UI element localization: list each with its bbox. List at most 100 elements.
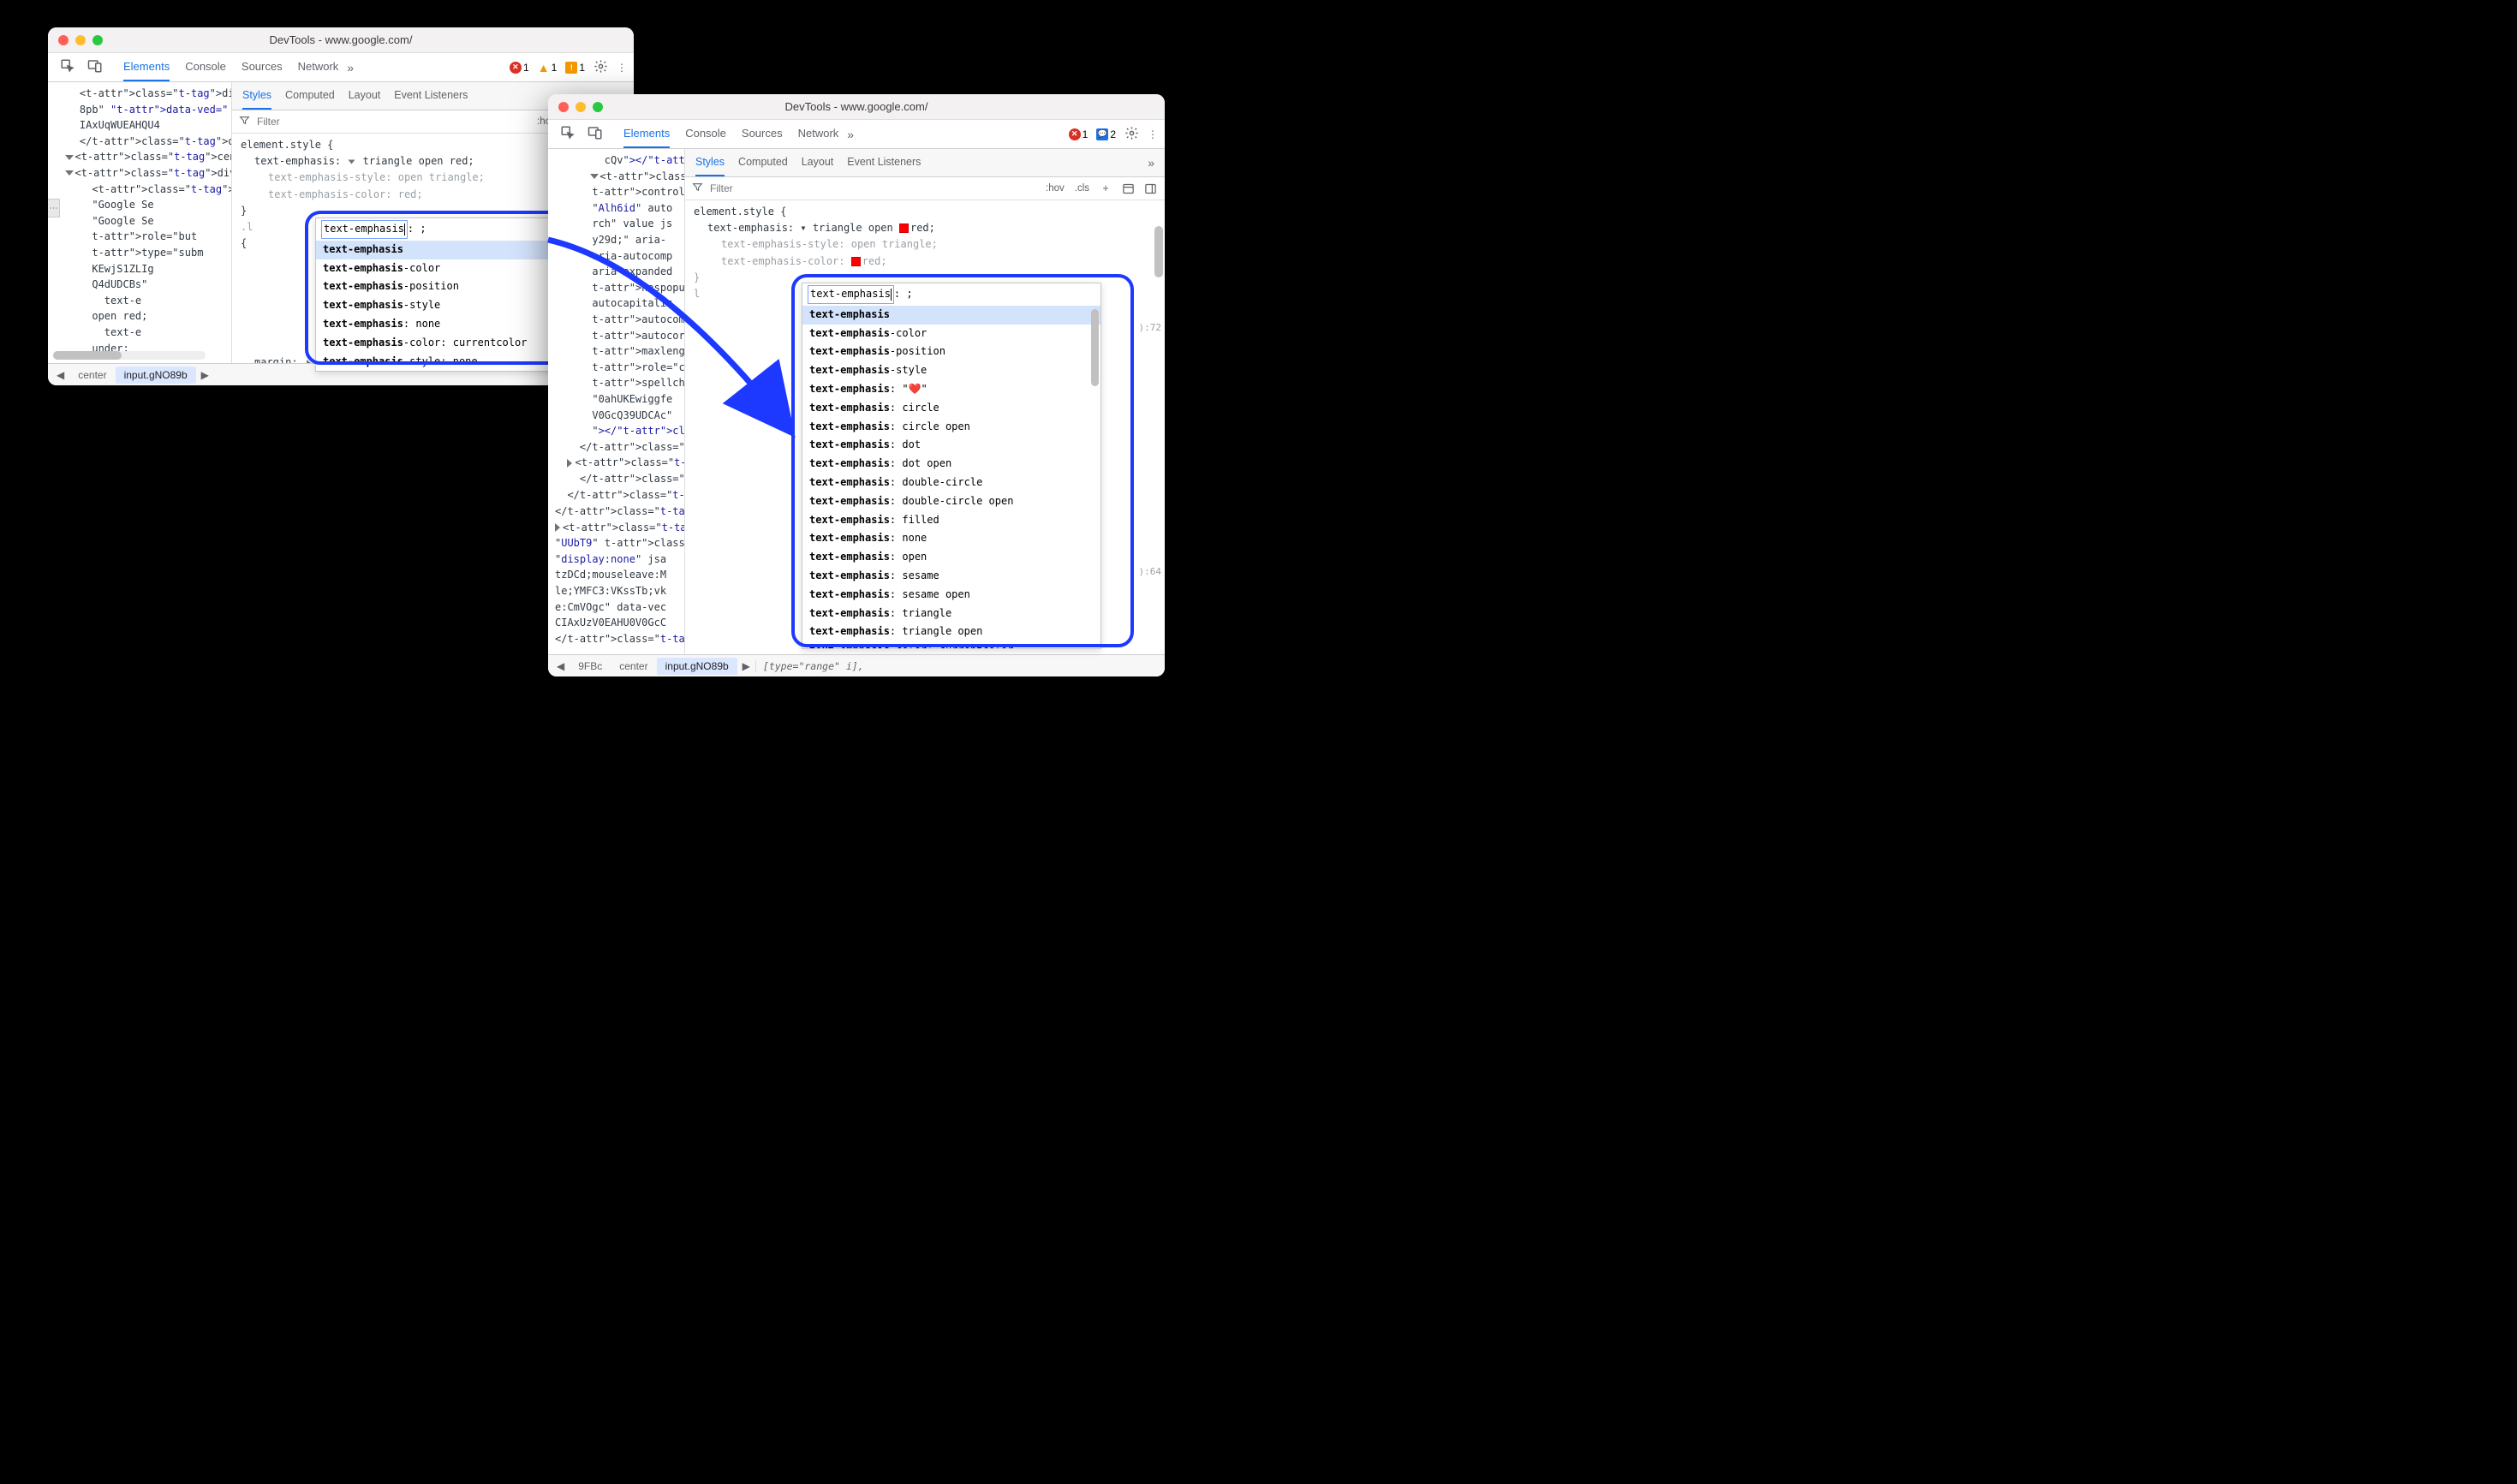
subtab-computed[interactable]: Computed	[285, 82, 335, 110]
autocomplete-option[interactable]: text-emphasis-position	[802, 343, 1100, 361]
vertical-scrollbar[interactable]	[1091, 309, 1099, 386]
autocomplete-option[interactable]: text-emphasis	[316, 241, 583, 259]
dom-node[interactable]: e:CmVOgc" data-vec	[555, 599, 684, 616]
dom-node[interactable]: </t-attr">class="t-tag">div>	[555, 487, 684, 504]
autocomplete-option[interactable]: text-emphasis-position	[316, 277, 583, 296]
computed-styles-icon[interactable]	[1120, 181, 1136, 196]
dom-node[interactable]: "Alh6id" auto	[555, 200, 684, 217]
autocomplete-option[interactable]: text-emphasis: none	[802, 529, 1100, 548]
filter-input[interactable]	[710, 182, 1037, 194]
tab-console[interactable]: Console	[185, 53, 226, 81]
error-badge[interactable]: ✕1	[1069, 128, 1089, 140]
css-property-input[interactable]: text-emphasis: ;	[802, 283, 1100, 306]
dom-node[interactable]: </t-attr">class="t-tag">div>	[555, 504, 684, 520]
dom-node[interactable]: "Google Se	[55, 197, 231, 213]
dom-node[interactable]: t-attr">maxlength="20	[555, 343, 684, 360]
subtab-listeners[interactable]: Event Listeners	[394, 82, 468, 110]
dom-tree-pane[interactable]: <t-attr">class="t-tag">div t-attr">jsnam…	[48, 82, 232, 363]
autocomplete-option[interactable]: text-emphasis: dot open	[802, 455, 1100, 474]
warning-badge[interactable]: ▲1	[538, 62, 558, 74]
autocomplete-option[interactable]: text-emphasis-color: currentcolor	[316, 334, 583, 353]
dom-node[interactable]: cQv"></"t-attr">class="t-tag">div>	[555, 152, 684, 169]
dom-node[interactable]: t-attr">haspopup="fa	[555, 280, 684, 296]
more-subtabs-icon[interactable]: »	[1148, 156, 1154, 170]
minimize-icon[interactable]	[576, 102, 586, 112]
autocomplete-option[interactable]: text-emphasis-style	[802, 361, 1100, 380]
autocomplete-option[interactable]: text-emphasis: filled	[802, 511, 1100, 530]
tab-elements[interactable]: Elements	[123, 53, 170, 81]
subtab-listeners[interactable]: Event Listeners	[847, 149, 921, 176]
more-tabs-icon[interactable]: »	[347, 61, 354, 74]
dom-node[interactable]: </t-attr">class="t-tag">div>	[555, 631, 684, 647]
dom-node[interactable]: rch" value js	[555, 216, 684, 232]
error-badge[interactable]: ✕1	[510, 62, 529, 74]
dom-node[interactable]: t-attr">autocomplete=	[555, 312, 684, 328]
dom-node[interactable]: </t-attr">class="t-tag">div>	[555, 439, 684, 456]
maximize-icon[interactable]	[593, 102, 603, 112]
dom-node[interactable]: "></"t-attr">class="t-tag">textar	[555, 423, 684, 439]
crumb-scroll-right-icon[interactable]: ▶	[196, 369, 214, 381]
tab-network[interactable]: Network	[798, 120, 839, 148]
new-style-rule-icon[interactable]: +	[1098, 181, 1113, 196]
issues-badge[interactable]: !1	[565, 62, 585, 74]
tab-console[interactable]: Console	[685, 120, 726, 148]
dom-node[interactable]: <t-attr">class="t-tag">div t-attr">jsnam…	[55, 86, 231, 102]
dom-node[interactable]: V0GcQ39UDCAc"	[555, 408, 684, 424]
crumb-scroll-right-icon[interactable]: ▶	[737, 660, 755, 672]
autocomplete-option[interactable]: text-emphasis-color	[802, 325, 1100, 343]
css-property-input[interactable]: text-emphasis: ;	[316, 218, 583, 241]
autocomplete-option[interactable]: text-emphasis: triangle	[802, 605, 1100, 623]
window-controls[interactable]	[58, 35, 103, 45]
crumb-center[interactable]: center	[69, 367, 115, 384]
dom-node[interactable]: <t-attr">class="t-tag">div t-attr">class…	[55, 165, 231, 182]
dom-node[interactable]: t-attr">autocorrect="	[555, 328, 684, 344]
dom-node[interactable]: <t-attr">class="t-tag">input cla	[55, 182, 231, 198]
crumb-scroll-left-icon[interactable]: ◀	[51, 369, 69, 381]
info-badge[interactable]: 💬2	[1096, 128, 1116, 140]
crumb-scroll-left-icon[interactable]: ◀	[552, 660, 570, 672]
vertical-scrollbar[interactable]	[1154, 226, 1163, 646]
dom-node[interactable]: </t-attr">class="t-tag">div> flex	[555, 471, 684, 488]
dom-node[interactable]: "UUbT9" t-attr">class="UUb	[555, 535, 684, 551]
autocomplete-option[interactable]: text-emphasis-style	[316, 296, 583, 315]
autocomplete-option[interactable]: text-emphasis: circle	[802, 399, 1100, 418]
autocomplete-option[interactable]: text-emphasis: sesame open	[802, 586, 1100, 605]
autocomplete-popup-after[interactable]: text-emphasis: ; text-emphasistext-empha…	[802, 283, 1101, 649]
dom-node[interactable]: y29d;" aria-	[555, 232, 684, 248]
dom-node[interactable]: <t-attr">class="t-tag">textarea cla	[555, 169, 684, 185]
dom-node[interactable]: text-e	[55, 325, 231, 341]
dom-node[interactable]: "0ahUKEwiggfe	[555, 391, 684, 408]
hov-toggle[interactable]: :hov	[1044, 183, 1066, 194]
minimize-icon[interactable]	[75, 35, 86, 45]
subtab-computed[interactable]: Computed	[738, 149, 788, 176]
tab-sources[interactable]: Sources	[742, 120, 783, 148]
autocomplete-option[interactable]: text-emphasis: circle open	[802, 418, 1100, 437]
inspect-icon[interactable]	[60, 58, 75, 76]
dom-node[interactable]: tzDCd;mouseleave:M	[555, 567, 684, 583]
crumb-input[interactable]: input.gNO89b	[116, 367, 196, 384]
dom-node[interactable]: CIAxUzV0EAHU0V0GcC	[555, 615, 684, 631]
maximize-icon[interactable]	[92, 35, 103, 45]
dom-node[interactable]: KEwjS1ZLIg	[55, 261, 231, 277]
dom-node[interactable]: </t-attr">class="t-tag">div>	[55, 134, 231, 150]
autocomplete-option[interactable]: text-emphasis: double-circle	[802, 474, 1100, 492]
dom-node[interactable]: "display:none" jsa	[555, 551, 684, 568]
device-icon[interactable]	[87, 58, 103, 76]
dom-node[interactable]: <t-attr">class="t-tag">div t-attr">class…	[555, 455, 684, 471]
more-tabs-icon[interactable]: »	[847, 128, 854, 141]
dom-node[interactable]: IAxUqWUEAHQU4	[55, 117, 231, 134]
kebab-menu-icon[interactable]: ⋮	[1148, 128, 1158, 140]
autocomplete-option[interactable]: text-emphasis: double-circle open	[802, 492, 1100, 511]
filter-input[interactable]	[257, 116, 528, 128]
dom-node[interactable]: "Google Se	[55, 213, 231, 229]
dom-node[interactable]: 8pb" "t-attr">data-ved="	[55, 102, 231, 118]
css-declaration[interactable]: text-emphasis: ▾ triangle open red;	[694, 220, 1165, 236]
dom-node[interactable]: aria-expanded	[555, 264, 684, 280]
autocomplete-popup-before[interactable]: text-emphasis: ; text-emphasis text-empha…	[315, 218, 584, 372]
device-icon[interactable]	[587, 125, 603, 143]
tab-sources[interactable]: Sources	[242, 53, 283, 81]
autocomplete-option[interactable]: text-emphasis-style: none	[316, 353, 583, 372]
subtab-layout[interactable]: Layout	[802, 149, 834, 176]
dom-node[interactable]: Q4dUDCBs"	[55, 277, 231, 293]
dom-node[interactable]: text-e	[55, 293, 231, 309]
